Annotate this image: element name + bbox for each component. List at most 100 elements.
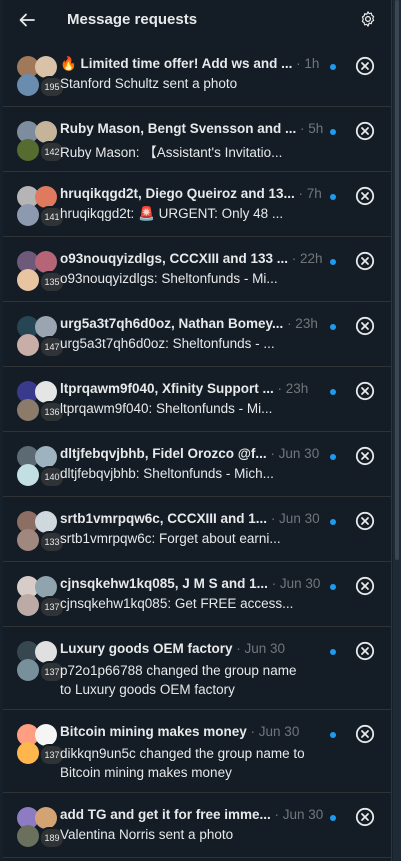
- request-header: cjnsqkehw1kq085, J M S and 1... · Jun 30: [60, 576, 330, 594]
- conversation-title: Bitcoin mining makes money: [60, 724, 247, 739]
- group-avatar: 135: [17, 251, 65, 293]
- message-request-row[interactable]: 137 Bitcoin mining makes money · Jun 30 …: [3, 710, 391, 793]
- message-preview: dltjfebqvjbhb: Sheltonfunds - Mich...: [60, 466, 274, 481]
- conversation-title: Luxury goods OEM factory: [60, 641, 233, 656]
- message-request-row[interactable]: 195 🔥 Limited time offer! Add ws and ...…: [3, 42, 391, 107]
- message-preview: cjnsqkehw1kq085: Get FREE access...: [60, 596, 294, 611]
- scrollbar-thumb[interactable]: [395, 0, 399, 560]
- request-header: dltjfebqvjbhb, Fidel Orozco @f... · Jun …: [60, 446, 330, 464]
- avatar: [17, 742, 39, 764]
- unread-dot-icon: [330, 194, 336, 200]
- close-circle-icon[interactable]: [354, 380, 376, 402]
- message-request-row[interactable]: 140 dltjfebqvjbhb, Fidel Orozco @f... · …: [3, 432, 391, 497]
- message-preview: o93nouqyizdlgs: Sheltonfunds - Mi...: [60, 271, 278, 286]
- request-header: add TG and get it for free imme... · Jun…: [60, 807, 330, 825]
- close-circle-icon[interactable]: [354, 723, 376, 745]
- unread-dot-icon: [330, 519, 336, 525]
- message-preview: Stanford Schultz sent a photo: [60, 76, 238, 91]
- gear-icon[interactable]: [359, 10, 377, 28]
- close-circle-icon[interactable]: [354, 250, 376, 272]
- request-list: 195 🔥 Limited time offer! Add ws and ...…: [3, 42, 391, 858]
- message-request-row[interactable]: 133 srtb1vmrpqw6c, CCCXIII and 1... · Ju…: [3, 497, 391, 562]
- group-avatar: 137: [17, 724, 65, 766]
- timestamp: · 1h: [292, 56, 320, 71]
- message-request-row[interactable]: 141 hruqikqgd2t, Diego Queiroz and 13...…: [3, 172, 391, 237]
- avatar: [17, 269, 39, 291]
- request-header: hruqikqgd2t, Diego Queiroz and 13... · 7…: [60, 186, 330, 204]
- unread-dot-icon: [330, 64, 336, 70]
- close-circle-icon[interactable]: [354, 185, 376, 207]
- timestamp: · 23h: [273, 381, 309, 396]
- back-arrow-icon[interactable]: [17, 10, 37, 30]
- message-request-row[interactable]: 147 urg5a3t7qh6d0oz, Nathan Bomey... · 2…: [3, 302, 391, 367]
- message-request-row[interactable]: 137 Luxury goods OEM factory · Jun 30 p7…: [3, 627, 391, 710]
- request-header: srtb1vmrpqw6c, CCCXIII and 1... · Jun 30: [60, 511, 330, 529]
- avatar: [35, 121, 57, 143]
- message-request-row[interactable]: 135 o93nouqyizdlgs, CCCXIII and 133 ... …: [3, 237, 391, 302]
- avatar: [17, 334, 39, 356]
- request-header: Ruby Mason, Bengt Svensson and ... · 5h: [60, 121, 330, 139]
- close-circle-icon[interactable]: [354, 445, 376, 467]
- group-avatar: 137: [17, 641, 65, 683]
- conversation-title: o93nouqyizdlgs, CCCXIII and 133 ...: [60, 251, 289, 266]
- close-circle-icon[interactable]: [354, 120, 376, 142]
- conversation-title: ltprqawm9f040, Xfinity Support ...: [60, 381, 274, 396]
- unread-dot-icon: [330, 324, 336, 330]
- request-header: urg5a3t7qh6d0oz, Nathan Bomey... · 23h: [60, 316, 330, 334]
- unread-dot-icon: [330, 129, 336, 135]
- timestamp: · 23h: [283, 316, 318, 331]
- avatar: [17, 204, 39, 226]
- message-preview: srtb1vmrpqw6c: Forget about earni...: [60, 531, 281, 546]
- unread-dot-icon: [330, 259, 336, 265]
- message-preview: dikkqn9un5c changed the group name to Bi…: [60, 746, 305, 780]
- close-circle-icon[interactable]: [354, 55, 376, 77]
- conversation-title: srtb1vmrpqw6c, CCCXIII and 1...: [60, 511, 268, 526]
- message-request-row[interactable]: 189 add TG and get it for free imme... ·…: [3, 793, 391, 858]
- avatar: [35, 807, 57, 829]
- message-preview: Ruby Mason: 【Assistant's Invitatio...: [60, 145, 283, 159]
- conversation-title: add TG and get it for free imme...: [60, 807, 271, 822]
- unread-dot-icon: [330, 649, 336, 655]
- request-header: ltprqawm9f040, Xfinity Support ... · 23h: [60, 381, 330, 399]
- timestamp: · Jun 30: [246, 724, 300, 739]
- timestamp: · Jun 30: [232, 641, 286, 656]
- request-header: Bitcoin mining makes money · Jun 30: [60, 724, 330, 742]
- conversation-title: hruqikqgd2t, Diego Queiroz and 13...: [60, 186, 295, 201]
- unread-dot-icon: [330, 454, 336, 460]
- avatar: [17, 399, 39, 421]
- message-preview: p72o1p66788 changed the group name to Lu…: [60, 663, 297, 697]
- unread-dot-icon: [330, 732, 336, 738]
- avatar: [17, 529, 39, 551]
- message-preview: Valentina Norris sent a photo: [60, 827, 234, 842]
- message-preview: ltprqawm9f040: Sheltonfunds - Mi...: [60, 401, 273, 416]
- avatar: [17, 74, 39, 96]
- group-avatar: 136: [17, 381, 65, 423]
- header: Message requests: [3, 0, 391, 40]
- group-avatar: 141: [17, 186, 65, 228]
- conversation-title: Ruby Mason, Bengt Svensson and ...: [60, 121, 297, 136]
- avatar: [35, 316, 57, 338]
- close-circle-icon[interactable]: [354, 575, 376, 597]
- avatar: [17, 594, 39, 616]
- scrollbar[interactable]: [393, 0, 401, 861]
- message-request-row[interactable]: 136 ltprqawm9f040, Xfinity Support ... ·…: [3, 367, 391, 432]
- request-header: 🔥 Limited time offer! Add ws and ... · 1…: [60, 56, 330, 74]
- conversation-title: 🔥 Limited time offer! Add ws and ...: [60, 56, 293, 71]
- timestamp: · Jun 30: [270, 807, 324, 822]
- message-request-row[interactable]: 142 Ruby Mason, Bengt Svensson and ... ·…: [3, 107, 391, 172]
- avatar: [35, 56, 57, 78]
- close-circle-icon[interactable]: [354, 315, 376, 337]
- group-avatar: 195: [17, 56, 65, 98]
- conversation-title: cjnsqkehw1kq085, J M S and 1...: [60, 576, 268, 591]
- message-request-row[interactable]: 137 cjnsqkehw1kq085, J M S and 1... · Ju…: [3, 562, 391, 627]
- timestamp: · 7h: [294, 186, 322, 201]
- close-circle-icon[interactable]: [354, 806, 376, 828]
- avatar: [17, 464, 39, 486]
- message-preview: urg5a3t7qh6d0oz: Sheltonfunds - ...: [60, 336, 275, 351]
- avatar: [17, 139, 39, 161]
- close-circle-icon[interactable]: [354, 640, 376, 662]
- unread-dot-icon: [330, 815, 336, 821]
- timestamp: · 5h: [296, 121, 324, 136]
- avatar: [17, 659, 39, 681]
- close-circle-icon[interactable]: [354, 510, 376, 532]
